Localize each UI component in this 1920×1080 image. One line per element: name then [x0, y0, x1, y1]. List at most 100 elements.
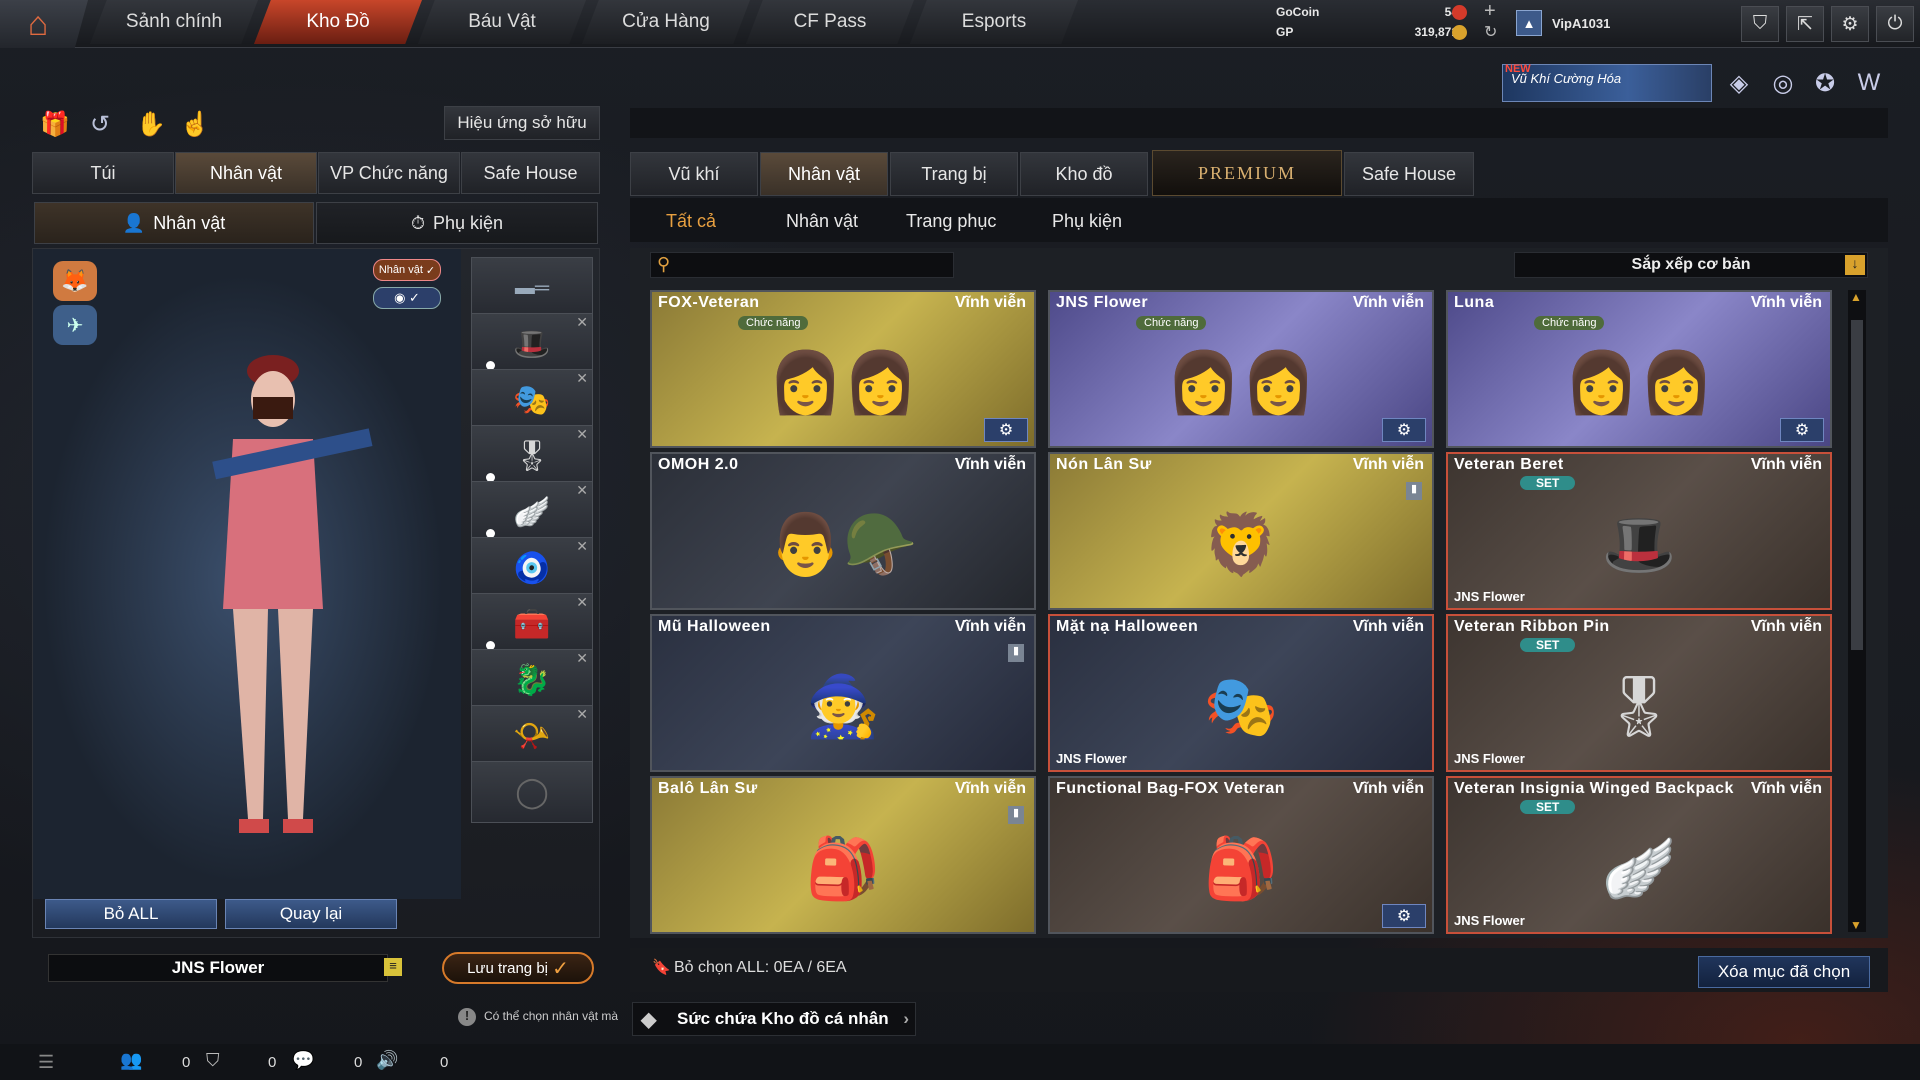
- pose-icon[interactable]: ✋: [136, 110, 166, 139]
- remove-all-button[interactable]: Bỏ ALL: [45, 899, 217, 929]
- right-tab-character[interactable]: Nhân vật: [760, 152, 888, 196]
- slot-belt[interactable]: 🧰 ✕: [471, 593, 593, 655]
- refresh-icon[interactable]: ↻: [1484, 22, 1497, 42]
- back-button[interactable]: Quay lại: [225, 899, 397, 929]
- trash-icon[interactable]: ▮: [1008, 806, 1024, 824]
- exit-room-icon[interactable]: ⇱: [1786, 6, 1824, 42]
- slot-pet[interactable]: 🐉 ✕: [471, 649, 593, 711]
- nav-tab-inventory[interactable]: Kho Đồ: [254, 0, 422, 44]
- trash-icon[interactable]: ▮: [1406, 482, 1422, 500]
- scroll-down-icon[interactable]: ▼: [1850, 918, 1862, 932]
- sort-dropdown[interactable]: Sắp xếp cơ bản ↓: [1514, 252, 1868, 278]
- subtab-accessory[interactable]: Phụ kiện: [1052, 206, 1122, 236]
- storage-capacity-bar[interactable]: ◆ Sức chứa Kho đồ cá nhân ›: [632, 1002, 916, 1036]
- star-badge-icon[interactable]: ✪: [1808, 66, 1842, 100]
- right-tab-equipment[interactable]: Trang bị: [890, 152, 1018, 196]
- left-tab-bag[interactable]: Túi: [32, 152, 174, 194]
- remove-icon[interactable]: ✕: [576, 370, 588, 387]
- right-tab-weapon[interactable]: Vũ khí: [630, 152, 758, 196]
- remove-icon[interactable]: ✕: [576, 538, 588, 555]
- deselect-all-label[interactable]: Bỏ chọn ALL: 0EA / 6EA: [674, 959, 847, 977]
- menu-icon[interactable]: ≡: [384, 958, 402, 976]
- item-card[interactable]: Functional Bag-FOX Veteran Vĩnh viễn 🎒 ⚙: [1048, 776, 1434, 934]
- remove-icon[interactable]: ✕: [576, 594, 588, 611]
- item-card[interactable]: Veteran Ribbon Pin Vĩnh viễn 🎖 SET JNS Flowe…: [1446, 614, 1832, 772]
- list-icon[interactable]: ☰: [38, 1052, 54, 1073]
- gear-icon[interactable]: ⚙: [1382, 418, 1426, 442]
- remove-icon[interactable]: ✕: [576, 314, 588, 331]
- delete-selected-button[interactable]: Xóa mục đã chọn: [1698, 956, 1870, 988]
- remove-icon[interactable]: ✕: [576, 426, 588, 443]
- left-tab-safe-house[interactable]: Safe House: [461, 152, 600, 194]
- add-coin-icon[interactable]: +: [1484, 0, 1496, 23]
- save-equipment-button[interactable]: Lưu trang bị ✓: [442, 952, 594, 984]
- remove-icon[interactable]: ✕: [576, 482, 588, 499]
- slot-pin[interactable]: 🎖 ✕: [471, 425, 593, 487]
- fox-faction-icon[interactable]: 🦊: [53, 261, 97, 301]
- nav-tab-treasure[interactable]: Báu Vật: [418, 0, 586, 44]
- slot-mask[interactable]: 🎭 ✕: [471, 369, 593, 431]
- slot-weapon[interactable]: ▬═: [471, 257, 593, 319]
- slot-effect[interactable]: 📯 ✕: [471, 705, 593, 767]
- right-tab-safe-house[interactable]: Safe House: [1344, 152, 1474, 196]
- subtab-character[interactable]: Nhân vật: [786, 206, 858, 236]
- nav-tab-esports[interactable]: Esports: [910, 0, 1078, 44]
- item-card[interactable]: FOX-Veteran Vĩnh viễn 👩👩 Chức năng ⚙: [650, 290, 1036, 448]
- right-tab-storage[interactable]: Kho đồ: [1020, 152, 1148, 196]
- weapon-upgrade-banner[interactable]: NEW Vũ Khí Cường Hóa: [1502, 63, 1712, 102]
- search-input[interactable]: ⚲: [650, 252, 954, 278]
- gear-icon[interactable]: ⚙: [1831, 6, 1869, 42]
- chat-icon[interactable]: 💬: [292, 1050, 314, 1071]
- pointer-icon[interactable]: ☝: [180, 110, 210, 139]
- item-card[interactable]: Nón Lân Sư Vĩnh viễn 🦁 ▮: [1048, 452, 1434, 610]
- power-icon[interactable]: ⏻: [1876, 6, 1914, 42]
- v-badge-icon[interactable]: ◈: [1722, 66, 1756, 100]
- w-badge-icon[interactable]: W: [1852, 66, 1886, 100]
- subtab-outfit[interactable]: Trang phục: [906, 206, 996, 236]
- gift-icon[interactable]: 🎁: [40, 110, 70, 139]
- party-icon[interactable]: 👥: [120, 1050, 142, 1071]
- character-toggle[interactable]: Nhân vật ✓: [373, 259, 441, 281]
- ownership-effects-button[interactable]: Hiệu ứng sở hữu: [444, 106, 600, 140]
- visibility-toggle-eye-icon[interactable]: ◉ ✓: [373, 287, 441, 309]
- item-card[interactable]: Balô Lân Sư Vĩnh viễn 🎒 ▮: [650, 776, 1036, 934]
- remove-icon[interactable]: ✕: [576, 650, 588, 667]
- left-subtab-accessory[interactable]: ⏱ Phụ kiện: [316, 202, 598, 244]
- globe-badge-icon[interactable]: ◎: [1766, 66, 1800, 100]
- gear-icon[interactable]: ⚙: [984, 418, 1028, 442]
- nav-tab-lobby[interactable]: Sảnh chính: [90, 0, 258, 44]
- left-tab-character[interactable]: Nhân vật: [175, 152, 317, 194]
- item-card[interactable]: Veteran Insignia Winged Backpack Vĩnh viễ…: [1446, 776, 1832, 934]
- bookmark-icon[interactable]: 🔖: [652, 958, 671, 976]
- swat-faction-icon[interactable]: ✈: [53, 305, 97, 345]
- gear-icon[interactable]: ⚙: [1780, 418, 1824, 442]
- slot-charm[interactable]: 🧿 ✕: [471, 537, 593, 599]
- remove-icon[interactable]: ✕: [576, 706, 588, 723]
- slot-ring[interactable]: ◯: [471, 761, 593, 823]
- gear-icon[interactable]: ⚙: [1382, 904, 1426, 928]
- shield-icon[interactable]: ⛉: [1741, 6, 1779, 42]
- character-preview[interactable]: 🦊 ✈ Nhân vật ✓ ◉ ✓: [33, 249, 461, 899]
- item-card[interactable]: Luna Vĩnh viễn 👩👩 Chức năng ⚙: [1446, 290, 1832, 448]
- item-card[interactable]: Veteran Beret Vĩnh viễn 🎩 SET JNS Flower: [1446, 452, 1832, 610]
- subtab-all[interactable]: Tất cả: [666, 206, 716, 236]
- scroll-thumb[interactable]: [1851, 320, 1863, 650]
- history-icon[interactable]: ↺: [90, 110, 110, 139]
- slot-hat[interactable]: 🎩 ✕: [471, 313, 593, 375]
- right-tab-premium[interactable]: PREMIUM: [1152, 150, 1342, 196]
- preset-name[interactable]: JNS Flower: [48, 954, 388, 982]
- nav-tab-shop[interactable]: Cửa Hàng: [582, 0, 750, 44]
- username[interactable]: VipA1031: [1552, 16, 1610, 31]
- item-card[interactable]: Mũ Halloween Vĩnh viễn 🧙 ▮: [650, 614, 1036, 772]
- speaker-icon[interactable]: 🔊: [376, 1050, 398, 1071]
- item-card[interactable]: JNS Flower Vĩnh viễn 👩👩 Chức năng ⚙: [1048, 290, 1434, 448]
- home-icon[interactable]: ⌂: [0, 0, 88, 48]
- scrollbar[interactable]: ▲ ▼: [1848, 290, 1866, 932]
- left-tab-vp-function[interactable]: VP Chức năng: [318, 152, 460, 194]
- scroll-up-icon[interactable]: ▲: [1850, 290, 1862, 304]
- slot-back[interactable]: 🪽 ✕: [471, 481, 593, 543]
- item-card[interactable]: Mặt nạ Halloween Vĩnh viễn 🎭 JNS Flower: [1048, 614, 1434, 772]
- item-card[interactable]: OMOH 2.0 Vĩnh viễn 👨🪖: [650, 452, 1036, 610]
- nav-tab-cf-pass[interactable]: CF Pass: [746, 0, 914, 44]
- clan-shield-icon[interactable]: ⛉: [206, 1050, 220, 1071]
